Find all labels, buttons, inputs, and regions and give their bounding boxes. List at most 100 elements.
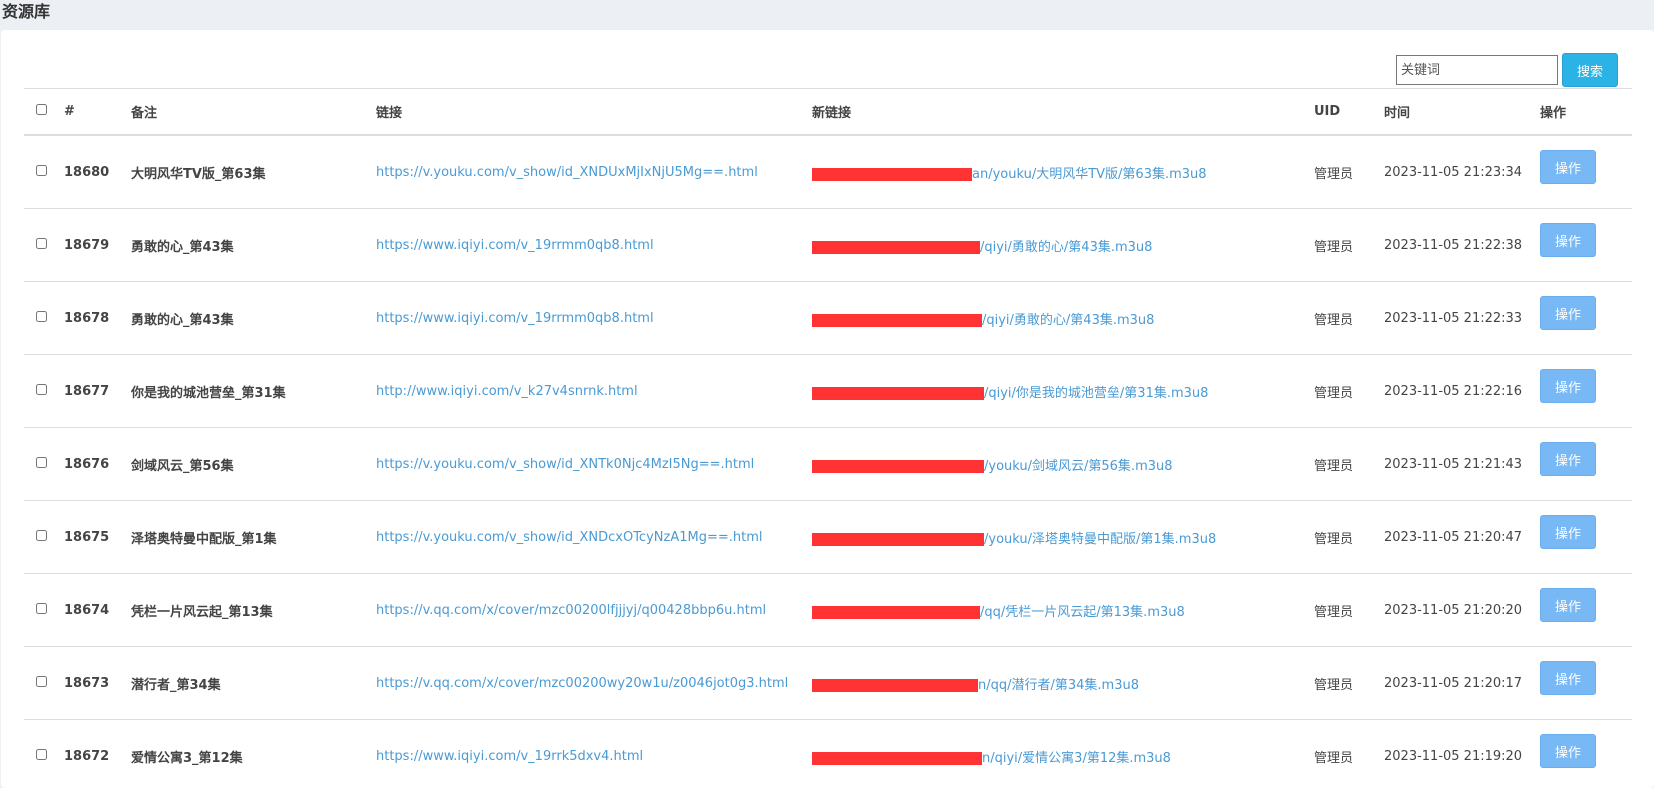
row-new-link[interactable]: /youku/泽塔奥特曼中配版/第1集.m3u8 xyxy=(812,500,1314,574)
redaction-bar xyxy=(812,313,982,327)
new-link-text: /youku/剑域风云/第56集.m3u8 xyxy=(984,458,1173,474)
row-action-button[interactable]: 操作 xyxy=(1540,150,1596,184)
row-time: 2023-11-05 21:22:16 xyxy=(1384,354,1540,428)
table-row: 18675 泽塔奥特曼中配版_第1集 https://v.youku.com/v_s… xyxy=(24,500,1632,574)
row-time: 2023-11-05 21:21:43 xyxy=(1384,427,1540,501)
row-uid: 管理员 xyxy=(1314,500,1384,574)
row-time: 2023-11-05 21:19:20 xyxy=(1384,719,1540,788)
new-link-wrap: n/qiyi/爱情公寓3/第12集.m3u8 xyxy=(812,747,1171,766)
row-new-link[interactable]: an/youku/大明风华TV版/第63集.m3u8 xyxy=(812,135,1314,209)
redaction-bar xyxy=(812,605,980,619)
row-checkbox[interactable] xyxy=(36,456,47,468)
row-note: 潜行者_第34集 xyxy=(131,646,376,720)
row-note: 凭栏一片风云起_第13集 xyxy=(131,573,376,647)
redaction-bar xyxy=(812,678,978,692)
row-id: 18677 xyxy=(64,354,131,428)
row-link[interactable]: http://www.iqiyi.com/v_k27v4snrnk.html xyxy=(376,354,812,428)
row-note: 大明风华TV版_第63集 xyxy=(131,135,376,209)
select-all-checkbox[interactable] xyxy=(36,104,47,115)
row-link[interactable]: https://v.youku.com/v_show/id_XNTk0Njc4M… xyxy=(376,427,812,501)
row-note: 勇敢的心_第43集 xyxy=(131,281,376,355)
row-select-cell xyxy=(24,573,64,647)
new-link-text: /qiyi/你是我的城池营垒/第31集.m3u8 xyxy=(984,385,1209,401)
search-toolbar: 搜索 xyxy=(1396,53,1618,87)
new-link-text: n/qq/潜行者/第34集.m3u8 xyxy=(978,677,1140,693)
new-link-text: an/youku/大明风华TV版/第63集.m3u8 xyxy=(972,166,1207,182)
row-uid: 管理员 xyxy=(1314,427,1384,501)
row-link[interactable]: https://www.iqiyi.com/v_19rrmm0qb8.html xyxy=(376,208,812,282)
row-action-button[interactable]: 操作 xyxy=(1540,223,1596,257)
row-action-cell: 操作 xyxy=(1540,208,1632,282)
row-link[interactable]: https://www.iqiyi.com/v_19rrk5dxv4.html xyxy=(376,719,812,788)
row-checkbox[interactable] xyxy=(36,748,47,760)
table-header-row: # 备注 链接 新链接 UID 时间 操作 xyxy=(24,88,1632,136)
page-title: 资源库 xyxy=(2,2,51,21)
row-action-cell: 操作 xyxy=(1540,354,1632,428)
row-checkbox[interactable] xyxy=(36,383,47,395)
row-uid: 管理员 xyxy=(1314,646,1384,720)
row-checkbox[interactable] xyxy=(36,602,47,614)
row-checkbox[interactable] xyxy=(36,529,47,541)
row-new-link[interactable]: /qq/凭栏一片风云起/第13集.m3u8 xyxy=(812,573,1314,647)
row-new-link[interactable]: n/qq/潜行者/第34集.m3u8 xyxy=(812,646,1314,720)
row-link[interactable]: https://v.youku.com/v_show/id_XNDcxOTcyN… xyxy=(376,500,812,574)
row-action-cell: 操作 xyxy=(1540,427,1632,501)
row-time: 2023-11-05 21:20:17 xyxy=(1384,646,1540,720)
new-link-text: /qiyi/勇敢的心/第43集.m3u8 xyxy=(980,239,1153,255)
row-id: 18678 xyxy=(64,281,131,355)
row-link[interactable]: https://v.qq.com/x/cover/mzc00200wy20w1u… xyxy=(376,646,812,720)
row-checkbox[interactable] xyxy=(36,675,47,687)
table-row: 18679 勇敢的心_第43集 https://www.iqiyi.com/v_19… xyxy=(24,208,1632,282)
redaction-bar xyxy=(812,386,984,400)
header-uid: UID xyxy=(1314,88,1384,136)
row-uid: 管理员 xyxy=(1314,208,1384,282)
redaction-bar xyxy=(812,751,982,765)
row-new-link[interactable]: /qiyi/你是我的城池营垒/第31集.m3u8 xyxy=(812,354,1314,428)
row-note: 你是我的城池营垒_第31集 xyxy=(131,354,376,428)
header-action: 操作 xyxy=(1540,88,1632,136)
row-note: 剑域风云_第56集 xyxy=(131,427,376,501)
row-action-cell: 操作 xyxy=(1540,719,1632,788)
row-action-cell: 操作 xyxy=(1540,281,1632,355)
redaction-bar xyxy=(812,459,984,473)
search-input[interactable] xyxy=(1396,55,1558,85)
search-button[interactable]: 搜索 xyxy=(1562,53,1618,87)
row-action-button[interactable]: 操作 xyxy=(1540,442,1596,476)
row-new-link[interactable]: /qiyi/勇敢的心/第43集.m3u8 xyxy=(812,281,1314,355)
resource-card: 搜索 # 备注 链接 新链接 UID 时间 操作 18680大明风华TV版_第6… xyxy=(1,30,1654,788)
table-row: 18677 你是我的城池营垒_第31集 http://www.iqiyi.com/v… xyxy=(24,354,1632,428)
row-link[interactable]: https://v.youku.com/v_show/id_XNDUxMjIxN… xyxy=(376,135,812,209)
row-id: 18680 xyxy=(64,135,131,209)
row-uid: 管理员 xyxy=(1314,281,1384,355)
row-action-button[interactable]: 操作 xyxy=(1540,515,1596,549)
row-new-link[interactable]: /youku/剑域风云/第56集.m3u8 xyxy=(812,427,1314,501)
table-row: 18674 凭栏一片风云起_第13集 https://v.qq.com/x/cove… xyxy=(24,573,1632,647)
row-checkbox[interactable] xyxy=(36,237,47,249)
row-action-button[interactable]: 操作 xyxy=(1540,588,1596,622)
row-new-link[interactable]: n/qiyi/爱情公寓3/第12集.m3u8 xyxy=(812,719,1314,788)
row-id: 18675 xyxy=(64,500,131,574)
row-new-link[interactable]: /qiyi/勇敢的心/第43集.m3u8 xyxy=(812,208,1314,282)
row-uid: 管理员 xyxy=(1314,135,1384,209)
header-note: 备注 xyxy=(131,88,376,136)
new-link-wrap: an/youku/大明风华TV版/第63集.m3u8 xyxy=(812,163,1207,182)
row-action-button[interactable]: 操作 xyxy=(1540,296,1596,330)
row-link[interactable]: https://www.iqiyi.com/v_19rrmm0qb8.html xyxy=(376,281,812,355)
table-row: 18672 爱情公寓3_第12集 https://www.iqiyi.com/v_1… xyxy=(24,719,1632,788)
row-select-cell xyxy=(24,427,64,501)
row-action-button[interactable]: 操作 xyxy=(1540,369,1596,403)
header-select-all-cell xyxy=(24,88,64,136)
row-id: 18679 xyxy=(64,208,131,282)
row-action-cell: 操作 xyxy=(1540,500,1632,574)
row-action-button[interactable]: 操作 xyxy=(1540,734,1596,768)
row-checkbox[interactable] xyxy=(36,164,47,176)
new-link-wrap: n/qq/潜行者/第34集.m3u8 xyxy=(812,674,1139,693)
new-link-wrap: /youku/剑域风云/第56集.m3u8 xyxy=(812,455,1173,474)
row-link[interactable]: https://v.qq.com/x/cover/mzc00200lfjjjyj… xyxy=(376,573,812,647)
row-note: 勇敢的心_第43集 xyxy=(131,208,376,282)
row-action-button[interactable]: 操作 xyxy=(1540,661,1596,695)
new-link-wrap: /qiyi/你是我的城池营垒/第31集.m3u8 xyxy=(812,382,1208,401)
resource-table: # 备注 链接 新链接 UID 时间 操作 18680 大明风华TV版_第63集 h… xyxy=(24,88,1632,788)
row-checkbox[interactable] xyxy=(36,310,47,322)
row-time: 2023-11-05 21:20:20 xyxy=(1384,573,1540,647)
